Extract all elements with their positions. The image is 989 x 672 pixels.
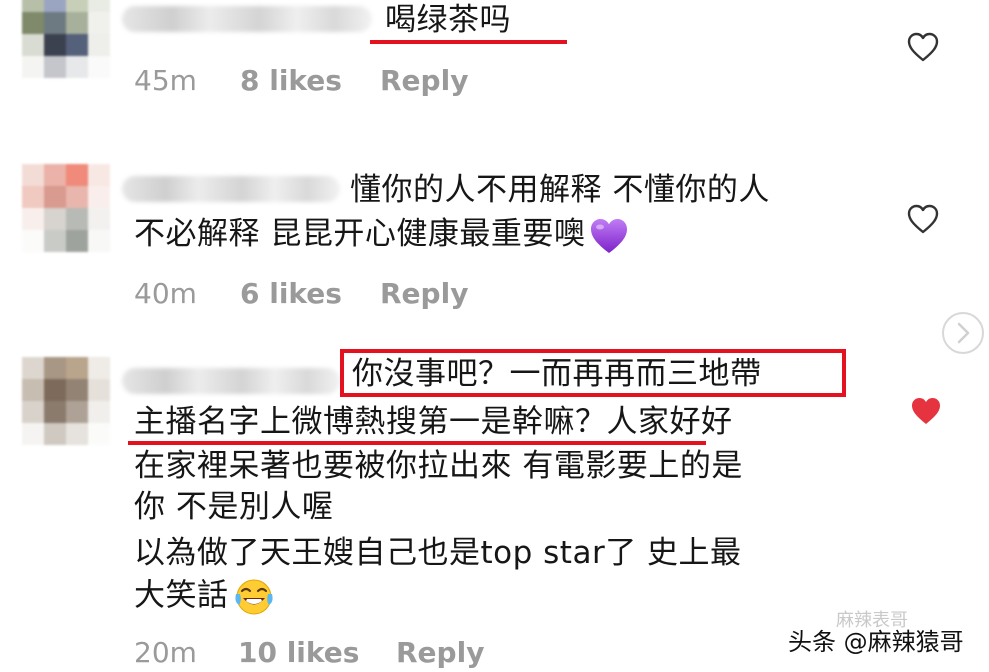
avatar[interactable] — [22, 357, 110, 445]
comment-line: 主播名字上微博熱搜第一是幹嘛？人家好好 — [134, 404, 733, 440]
comment-line: 喝绿茶吗 — [385, 2, 511, 38]
avatar[interactable] — [22, 0, 110, 78]
comment-time: 40m — [134, 277, 197, 310]
comment-time: 20m — [134, 636, 197, 669]
watermark: 头条 @麻辣猿哥 — [788, 628, 964, 656]
comment-time: 45m — [134, 64, 197, 97]
comment-text: 大笑話 — [134, 577, 275, 617]
laughing-tears-emoji-icon — [234, 579, 273, 615]
comment-text: 你沒事吧？一而再再而三地帶 — [352, 356, 762, 393]
comment-line: 不必解释 昆昆开心健康最重要噢 — [134, 216, 586, 252]
comment-line: 你 不是別人喔 — [134, 489, 334, 525]
reply-button[interactable]: Reply — [380, 277, 468, 310]
purple-heart-emoji-icon — [591, 218, 628, 253]
comment-text: 在家裡呆著也要被你拉出來 有電影要上的是 — [134, 448, 743, 485]
comment-line: 懂你的人不用解释 不懂你的人 — [350, 172, 770, 208]
comment-text: 喝绿茶吗 — [385, 2, 511, 39]
comment-text: 不必解释 昆昆开心健康最重要噢 — [134, 216, 629, 255]
chevron-right-icon — [957, 322, 970, 344]
like-heart-icon[interactable] — [907, 204, 939, 234]
reply-button[interactable]: Reply — [396, 636, 484, 669]
comment-meta: 20m 10 likes Reply — [134, 636, 534, 672]
highlight-underline — [128, 441, 706, 445]
comment-meta: 40m 6 likes Reply — [134, 277, 534, 313]
comment-text: 主播名字上微博熱搜第一是幹嘛？人家好好 — [134, 404, 733, 441]
comment-line: 以為做了天王嫂自己也是top star了 史上最 — [134, 535, 742, 571]
like-heart-icon[interactable] — [907, 32, 939, 62]
liked-heart-icon[interactable] — [910, 396, 942, 426]
comment-text: 懂你的人不用解释 不懂你的人 — [350, 172, 770, 209]
username[interactable] — [122, 6, 372, 32]
comment-text: 你 不是別人喔 — [134, 489, 333, 526]
likes-count[interactable]: 6 likes — [240, 277, 342, 310]
scroll-next-button[interactable] — [942, 312, 984, 354]
likes-count[interactable]: 10 likes — [238, 636, 359, 669]
reply-button[interactable]: Reply — [380, 64, 468, 97]
comment-text: 以為做了天王嫂自己也是top star了 史上最 — [134, 535, 742, 572]
comment-list: 喝绿茶吗 45m 8 likes Reply 懂你的人不用解释 不懂你的人 不必… — [0, 0, 989, 672]
username[interactable] — [122, 368, 340, 394]
comment-line: 大笑話 — [134, 577, 229, 614]
likes-count[interactable]: 8 likes — [240, 64, 342, 97]
comment-line: 你沒事吧？一而再再而三地帶 — [352, 356, 762, 392]
avatar[interactable] — [22, 164, 110, 252]
comment-line: 在家裡呆著也要被你拉出來 有電影要上的是 — [134, 448, 743, 484]
comment-meta: 45m 8 likes Reply — [134, 64, 534, 100]
highlight-underline — [370, 40, 567, 44]
username[interactable] — [122, 176, 340, 202]
